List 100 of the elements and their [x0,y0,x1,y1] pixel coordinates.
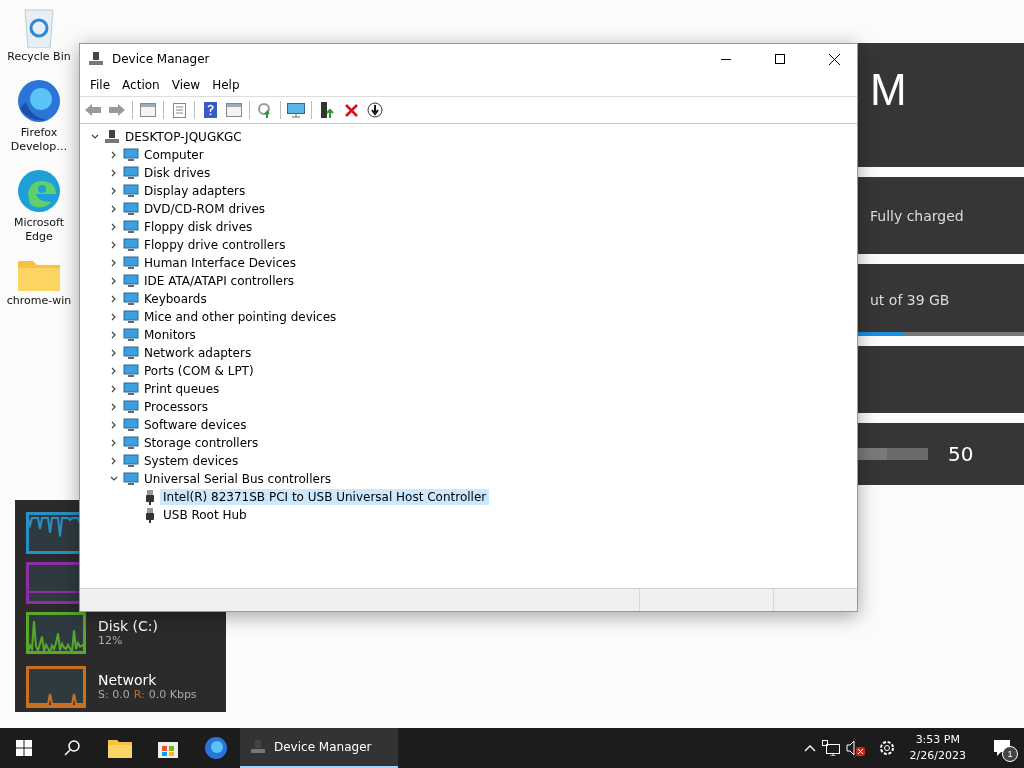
menu-item[interactable]: Help [206,78,246,92]
menu-item[interactable]: File [84,78,117,92]
slider[interactable] [858,448,928,460]
chevron-right-icon [110,259,118,267]
tree-item[interactable]: Human Interface Devices [141,255,299,271]
tree-item[interactable]: Mice and other pointing devices [141,309,340,325]
device-icon [123,436,139,450]
device-icon [123,256,139,270]
tree-item[interactable]: Software devices [141,417,250,433]
windows-icon [16,740,32,756]
question-icon [203,102,217,118]
device-icon [123,364,139,378]
menu-item[interactable]: Action [116,78,166,92]
folder-icon [17,258,61,292]
tree-item[interactable]: Universal Serial Bus controllers [141,471,335,487]
desktop-icon-label[interactable]: Microsoft Edge [2,216,76,244]
close-icon [828,53,840,65]
tree-item[interactable]: Storage controllers [141,435,262,451]
tree-item[interactable]: Computer [141,147,207,163]
graph-value: 12% [98,634,124,647]
chevron-right-icon [110,205,118,213]
device-icon [123,238,139,252]
chevron-right-icon [110,223,118,231]
chevron-right-icon [110,367,118,375]
tree-item[interactable]: Floppy disk drives [141,219,256,235]
document-icon [172,102,186,118]
graph-label: Network [98,672,158,688]
browser-icon [204,736,228,760]
back-arrow-icon [85,104,101,116]
tree-item[interactable]: Display adapters [141,183,249,199]
tree-item[interactable]: DVD/CD-ROM drives [141,201,269,217]
send-rate: S: 0.0 [98,688,130,701]
chevron-right-icon [110,169,118,177]
battery-status: Fully charged [870,207,965,224]
device-icon [123,400,139,414]
taskbar-button[interactable]: Device Manager [240,728,398,768]
notification-count: 1 [1002,746,1018,762]
receive-rate: 0.0 Kbps [148,688,197,701]
tree-item[interactable]: Keyboards [141,291,210,307]
device-icon [123,382,139,396]
tree-item[interactable]: Disk drives [141,165,214,181]
desktop-icon-label[interactable]: Recycle Bin [7,50,71,64]
chevron-right-icon [110,151,118,159]
tree-item[interactable]: Network adapters [141,345,255,361]
tree-item[interactable]: Floppy drive controllers [141,237,289,253]
device-icon [123,220,139,234]
desktop-icon-label[interactable]: chrome-win [6,294,72,308]
tree-item[interactable]: Processors [141,399,212,415]
device-icon [123,328,139,342]
chevron-right-icon [110,187,118,195]
download-button[interactable] [364,99,386,121]
search-icon [64,740,80,756]
forward-arrow-icon [109,104,125,116]
computer-icon [104,129,120,145]
close-icon [344,103,358,117]
tree-item[interactable]: Intel(R) 82371SB PCI to USB Universal Host Controller [160,489,490,505]
tree-item[interactable]: Monitors [141,327,199,343]
computer-icon [88,51,104,67]
device-icon [123,472,139,486]
monitor-icon [287,102,305,118]
browser-icon [16,168,62,214]
tree-item[interactable]: Print queues [141,381,223,397]
tree-item[interactable]: DESKTOP-JQUGKGC [122,129,245,145]
device-icon [123,310,139,324]
desktop-icon-label[interactable]: Firefox Develop… [2,126,76,154]
chevron-right-icon [110,403,118,411]
notification-button[interactable]: 1 [980,728,1024,768]
tree-item[interactable]: System devices [141,453,242,469]
slider-value: 50 [948,442,974,466]
chevron-right-icon [110,277,118,285]
chevron-right-icon [110,349,118,357]
computer-icon [250,739,266,755]
receive-label: R: [133,688,145,701]
plug-icon [145,507,155,523]
graph-label: Disk (C:) [98,618,158,634]
chevron-right-icon [110,331,118,339]
device-icon [123,418,139,432]
panel-icon [140,103,156,117]
device-icon [123,454,139,468]
download-icon [367,102,383,118]
chevron-down-icon [91,133,99,141]
menu-item[interactable]: View [165,78,207,92]
chevron-right-icon [110,439,118,447]
chevron-right-icon [110,421,118,429]
tree-item[interactable]: USB Root Hub [160,507,250,523]
storage-text: ut of 39 GB [870,292,951,308]
device-icon [123,346,139,360]
device-icon [123,148,139,162]
chevron-right-icon [110,313,118,321]
device-icon [123,184,139,198]
upload-icon [320,102,334,118]
plug-icon [145,489,155,505]
tree-item[interactable]: IDE ATA/ATAPI controllers [141,273,298,289]
tree-item[interactable]: Ports (COM & LPT) [141,363,257,379]
device-icon [123,292,139,306]
chevron-up-icon [803,744,816,752]
device-icon [123,274,139,288]
chevron-right-icon [110,241,118,249]
window-title: Device Manager [112,52,211,66]
device-icon [123,202,139,216]
